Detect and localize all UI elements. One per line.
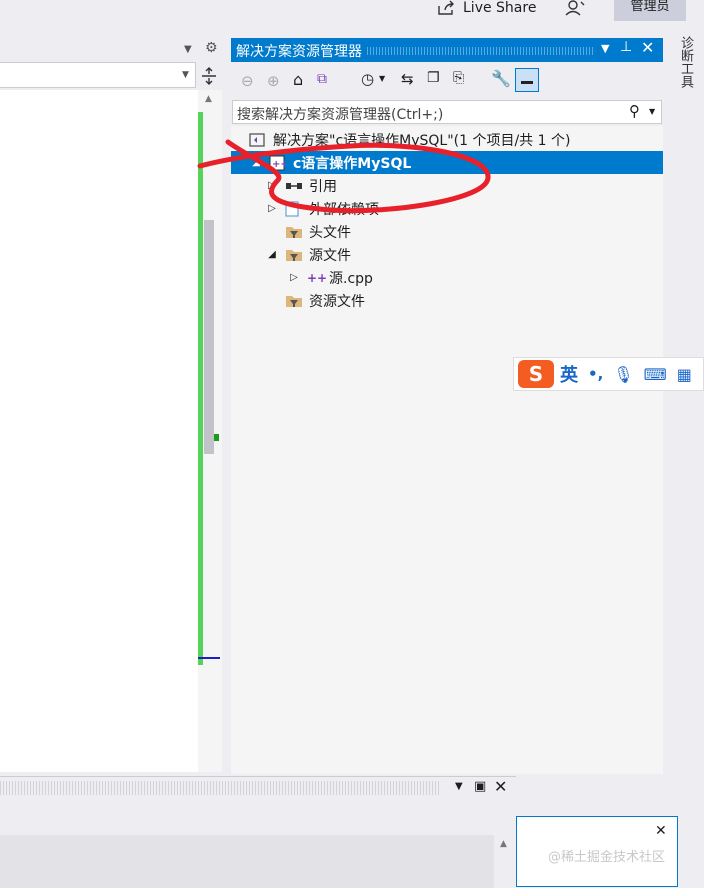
red-annotation-circle xyxy=(190,128,500,228)
title-grip xyxy=(367,47,595,55)
home-icon[interactable]: ⌂ xyxy=(293,70,303,89)
tree-item-resource-files[interactable]: 资源文件 xyxy=(231,289,663,312)
share-icon xyxy=(437,0,457,16)
solution-search-box[interactable]: 搜索解决方案资源管理器(Ctrl+;) ⚲ ▼ xyxy=(232,100,662,124)
show-all-files-icon[interactable]: ⎘ xyxy=(453,70,464,86)
solution-explorer-toolbar: ⊖ ⊕ ⌂ ⧉ ◷ ▼ ⇆ ❐ ⎘ 🔧 xyxy=(231,64,663,98)
diagnostics-tab-label: 诊断工具 xyxy=(678,36,693,88)
top-bar xyxy=(0,0,704,24)
close-icon[interactable]: ✕ xyxy=(655,823,667,839)
code-editor[interactable] xyxy=(0,90,198,772)
admin-badge[interactable]: 管理员 xyxy=(614,0,686,21)
preview-selected-button[interactable] xyxy=(515,68,539,92)
split-editor-icon[interactable] xyxy=(200,66,218,86)
keyboard-icon[interactable]: ⌨ xyxy=(644,365,667,384)
minus-icon xyxy=(521,81,533,84)
maximize-icon[interactable]: ▣ xyxy=(474,779,486,794)
bottom-content xyxy=(0,835,494,888)
title-grip xyxy=(0,781,440,795)
tree-item-label: 源文件 xyxy=(309,247,351,264)
live-share-button[interactable]: Live Share xyxy=(437,0,536,16)
watermark: @稀土掘金技术社区 xyxy=(548,850,666,865)
account-icon[interactable] xyxy=(564,0,586,16)
filter-folder-icon xyxy=(285,294,305,308)
scroll-up-arrow-icon[interactable]: ▲ xyxy=(205,94,212,104)
editor-header: ▼ ⚙ xyxy=(0,38,228,60)
gear-icon[interactable]: ⚙ xyxy=(205,40,218,56)
live-share-label: Live Share xyxy=(463,0,537,16)
search-icon[interactable]: ⚲ xyxy=(629,102,640,120)
tree-item-source-files[interactable]: ◢ 源文件 xyxy=(231,243,663,266)
tree-item-label: 资源文件 xyxy=(309,293,365,310)
bottom-tool-window: ▼ ▣ ✕ ▲ xyxy=(0,776,516,888)
cpp-file-icon: ++ xyxy=(307,270,328,285)
editor-member-combo[interactable]: ▼ xyxy=(0,62,196,88)
switch-views-icon[interactable]: ⧉ xyxy=(317,71,327,87)
tree-item-label: 源.cpp xyxy=(329,270,373,287)
back-icon[interactable]: ⊖ xyxy=(241,72,254,90)
search-placeholder: 搜索解决方案资源管理器(Ctrl+;) xyxy=(237,107,444,123)
toolbox-icon[interactable]: ▦ xyxy=(677,365,692,384)
punctuation-mode[interactable]: •, xyxy=(588,365,603,383)
ime-toolbar: S 英 •, 🎙 ⌨ ▦ xyxy=(513,357,704,391)
forward-icon[interactable]: ⊕ xyxy=(267,72,280,90)
solution-explorer-titlebar: 解决方案资源管理器 ▼ ⊥ ✕ xyxy=(231,38,663,62)
collapsed-arrow-icon[interactable]: ▷ xyxy=(287,271,301,285)
chevron-down-icon[interactable]: ▼ xyxy=(649,107,655,116)
close-icon[interactable]: ✕ xyxy=(494,777,507,796)
sync-icon[interactable]: ⇆ xyxy=(401,70,414,88)
collapse-all-icon[interactable]: ❐ xyxy=(427,70,440,86)
scroll-thumb[interactable] xyxy=(204,220,214,454)
ime-mode[interactable]: 英 xyxy=(560,361,578,387)
chevron-down-icon[interactable]: ▼ xyxy=(379,74,385,83)
close-icon[interactable]: ✕ xyxy=(641,38,654,57)
scroll-up-arrow-icon[interactable]: ▲ xyxy=(500,839,507,849)
green-marker xyxy=(214,434,219,441)
diagnostics-tools-tab[interactable]: 诊断工具 xyxy=(666,34,704,154)
window-dropdown-icon[interactable]: ▼ xyxy=(455,781,463,792)
pending-changes-filter-icon[interactable]: ◷ xyxy=(361,70,374,88)
dropdown-arrow-icon[interactable]: ▼ xyxy=(184,44,192,55)
expanded-arrow-icon[interactable]: ◢ xyxy=(265,248,279,262)
pin-icon[interactable]: ⊥ xyxy=(620,39,632,55)
window-dropdown-icon[interactable]: ▼ xyxy=(601,42,609,55)
sogou-logo-icon[interactable]: S xyxy=(518,360,554,388)
caret-marker xyxy=(198,657,220,659)
panel-title: 解决方案资源管理器 xyxy=(236,44,362,60)
filter-folder-icon xyxy=(285,248,305,262)
properties-wrench-icon[interactable]: 🔧 xyxy=(491,69,511,88)
tree-item-source-cpp[interactable]: ▷ ++ 源.cpp xyxy=(231,266,663,289)
chevron-down-icon: ▼ xyxy=(182,70,189,80)
microphone-icon[interactable]: 🎙 xyxy=(613,365,633,384)
